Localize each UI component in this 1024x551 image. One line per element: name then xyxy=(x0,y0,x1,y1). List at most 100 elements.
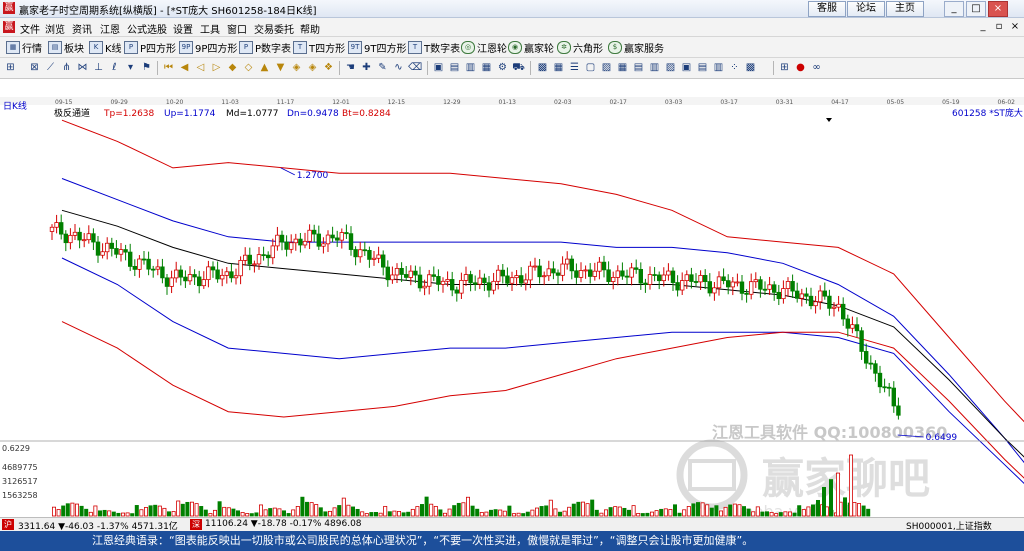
export-icon[interactable]: ▦ xyxy=(480,61,493,74)
wave-icon[interactable]: ∿ xyxy=(392,61,405,74)
shape3-icon[interactable]: ❖ xyxy=(322,61,335,74)
sz-badge-icon: 深 xyxy=(190,519,202,530)
toolbar-service[interactable]: $ 赢家服务 xyxy=(608,40,664,55)
kline-chart[interactable]: 09-15 09-29 10-20 11-03 11-17 12-01 12-15 12-29… xyxy=(0,79,1024,517)
window-tool-icon[interactable]: ▢ xyxy=(584,61,597,74)
toolbar-winner-wheel[interactable]: ◉ 赢家轮 xyxy=(508,40,554,55)
luntan-button[interactable]: 论坛 xyxy=(847,1,885,17)
first-bar-icon[interactable]: ⏮ xyxy=(162,61,175,74)
menu-browse[interactable]: 浏览 xyxy=(45,21,65,36)
settings-icon[interactable]: ⚙ xyxy=(496,61,509,74)
candle-body xyxy=(339,232,344,241)
calc-icon[interactable]: ▩ xyxy=(536,61,549,74)
volume-bar xyxy=(465,496,470,517)
toolbar-kline[interactable]: K K线 xyxy=(89,40,122,55)
sz-index-text[interactable]: 11106.24 ▼-18.78 -0.17% 4896.08 xyxy=(205,519,362,529)
grid-tool-icon[interactable]: ▦ xyxy=(552,61,565,74)
table-tool-icon[interactable]: ▦ xyxy=(616,61,629,74)
doc-icon[interactable]: ▥ xyxy=(648,61,661,74)
save-icon[interactable]: ▣ xyxy=(432,61,445,74)
menu-settings[interactable]: 设置 xyxy=(173,21,193,36)
mdi-restore-icon[interactable]: ▫ xyxy=(992,20,1006,33)
cursor-tool-icon[interactable]: ⊞ xyxy=(4,61,17,74)
table2-icon[interactable]: ⊞ xyxy=(778,61,791,74)
menu-info[interactable]: 资讯 xyxy=(72,21,92,36)
toolbar-t-table[interactable]: T T数字表 xyxy=(408,40,460,55)
layers-icon[interactable]: ▤ xyxy=(632,61,645,74)
channel-tool-icon[interactable]: ⊥ xyxy=(92,61,105,74)
candle-body xyxy=(712,287,717,294)
toolbar-p-table[interactable]: P P数字表 xyxy=(239,40,291,55)
toolbar-label: 9T四方形 xyxy=(364,43,407,55)
volume-bar xyxy=(327,510,332,517)
line-tool-icon[interactable]: ⟋ xyxy=(44,61,57,74)
menu-formula[interactable]: 公式选股 xyxy=(127,21,167,36)
close-icon[interactable]: × xyxy=(988,1,1008,17)
cross-icon[interactable]: ✚ xyxy=(360,61,373,74)
hand-icon[interactable]: ☚ xyxy=(344,61,357,74)
link-icon[interactable]: ∞ xyxy=(810,61,823,74)
volume-bar xyxy=(668,509,673,517)
menu-window[interactable]: 窗口 xyxy=(227,21,247,36)
candle-body xyxy=(583,269,588,272)
down-arrow-icon[interactable]: ▼ xyxy=(274,61,287,74)
kefu-button[interactable]: 客服 xyxy=(808,1,846,17)
prev-page-icon[interactable]: ◀ xyxy=(178,61,191,74)
candle-body xyxy=(298,238,303,246)
date-tick: 12-15 xyxy=(388,99,406,106)
chart-tool-icon[interactable]: ▨ xyxy=(600,61,613,74)
chart2-icon[interactable]: ▩ xyxy=(744,61,757,74)
menu-tools[interactable]: 工具 xyxy=(200,21,220,36)
car-icon[interactable]: ⛟ xyxy=(512,61,525,74)
report-icon[interactable]: ▥ xyxy=(464,61,477,74)
next-bar-icon[interactable]: ▷ xyxy=(210,61,223,74)
frame-icon[interactable]: ▣ xyxy=(680,61,693,74)
maximize-icon[interactable]: □ xyxy=(966,1,986,17)
zhuye-button[interactable]: 主页 xyxy=(886,1,924,17)
mdi-close-icon[interactable]: × xyxy=(1008,20,1022,33)
toolbar-9p-square[interactable]: 9P 9P四方形 xyxy=(179,40,237,55)
dropdown-icon[interactable]: ▾ xyxy=(124,61,137,74)
zoom-icon[interactable]: ⊠ xyxy=(28,61,41,74)
toolbar-hangqing[interactable]: ▦ 行情 xyxy=(6,40,42,55)
shape2-icon[interactable]: ◈ xyxy=(306,61,319,74)
menu-trade[interactable]: 交易委托 xyxy=(254,21,294,36)
candle-body xyxy=(666,270,671,276)
candle-body xyxy=(670,270,676,283)
dots-icon[interactable]: ⁘ xyxy=(728,61,741,74)
shape1-icon[interactable]: ◈ xyxy=(290,61,303,74)
volume-bar xyxy=(143,507,148,517)
candle-body xyxy=(261,254,266,257)
menu-help[interactable]: 帮助 xyxy=(300,21,320,36)
fork-tool-icon[interactable]: ⋈ xyxy=(76,61,89,74)
flag-tool-icon[interactable]: ⚑ xyxy=(140,61,153,74)
toolbar-hexagon[interactable]: ✲ 六角形 xyxy=(557,40,603,55)
toolbar-p-square[interactable]: P P四方形 xyxy=(124,40,176,55)
toolbar-9t-square[interactable]: 9T 9T四方形 xyxy=(348,40,407,55)
candle-body xyxy=(150,268,156,271)
memo-icon[interactable]: ▤ xyxy=(696,61,709,74)
zoom-out-icon[interactable]: ◇ xyxy=(242,61,255,74)
zoom-in-icon[interactable]: ◆ xyxy=(226,61,239,74)
toolbar-bankuai[interactable]: ▤ 板块 xyxy=(48,40,84,55)
toolbar-gann-wheel[interactable]: ◎ 江恩轮 xyxy=(461,40,507,55)
candle-body xyxy=(279,234,285,243)
prev-bar-icon[interactable]: ◁ xyxy=(194,61,207,74)
minimize-icon[interactable]: _ xyxy=(944,1,964,17)
mdi-minimize-icon[interactable]: _ xyxy=(976,20,990,33)
list-tool-icon[interactable]: ☰ xyxy=(568,61,581,74)
candle-body xyxy=(477,277,482,285)
record-icon[interactable]: ● xyxy=(794,61,807,74)
toolbar-t-square[interactable]: T T四方形 xyxy=(293,40,345,55)
book-icon[interactable]: ▥ xyxy=(712,61,725,74)
menu-gann[interactable]: 江恩 xyxy=(100,21,120,36)
image-icon[interactable]: ▨ xyxy=(664,61,677,74)
arc-tool-icon[interactable]: ℓ xyxy=(108,61,121,74)
fan-tool-icon[interactable]: ⋔ xyxy=(60,61,73,74)
pencil-icon[interactable]: ✎ xyxy=(376,61,389,74)
up-arrow-icon[interactable]: ▲ xyxy=(258,61,271,74)
print-icon[interactable]: ▤ xyxy=(448,61,461,74)
menu-file[interactable]: 文件 xyxy=(20,21,40,36)
eraser-icon[interactable]: ⌫ xyxy=(408,61,422,74)
chart-area[interactable]: 09-15 09-29 10-20 11-03 11-17 12-01 12-15 12-29… xyxy=(0,79,1024,517)
